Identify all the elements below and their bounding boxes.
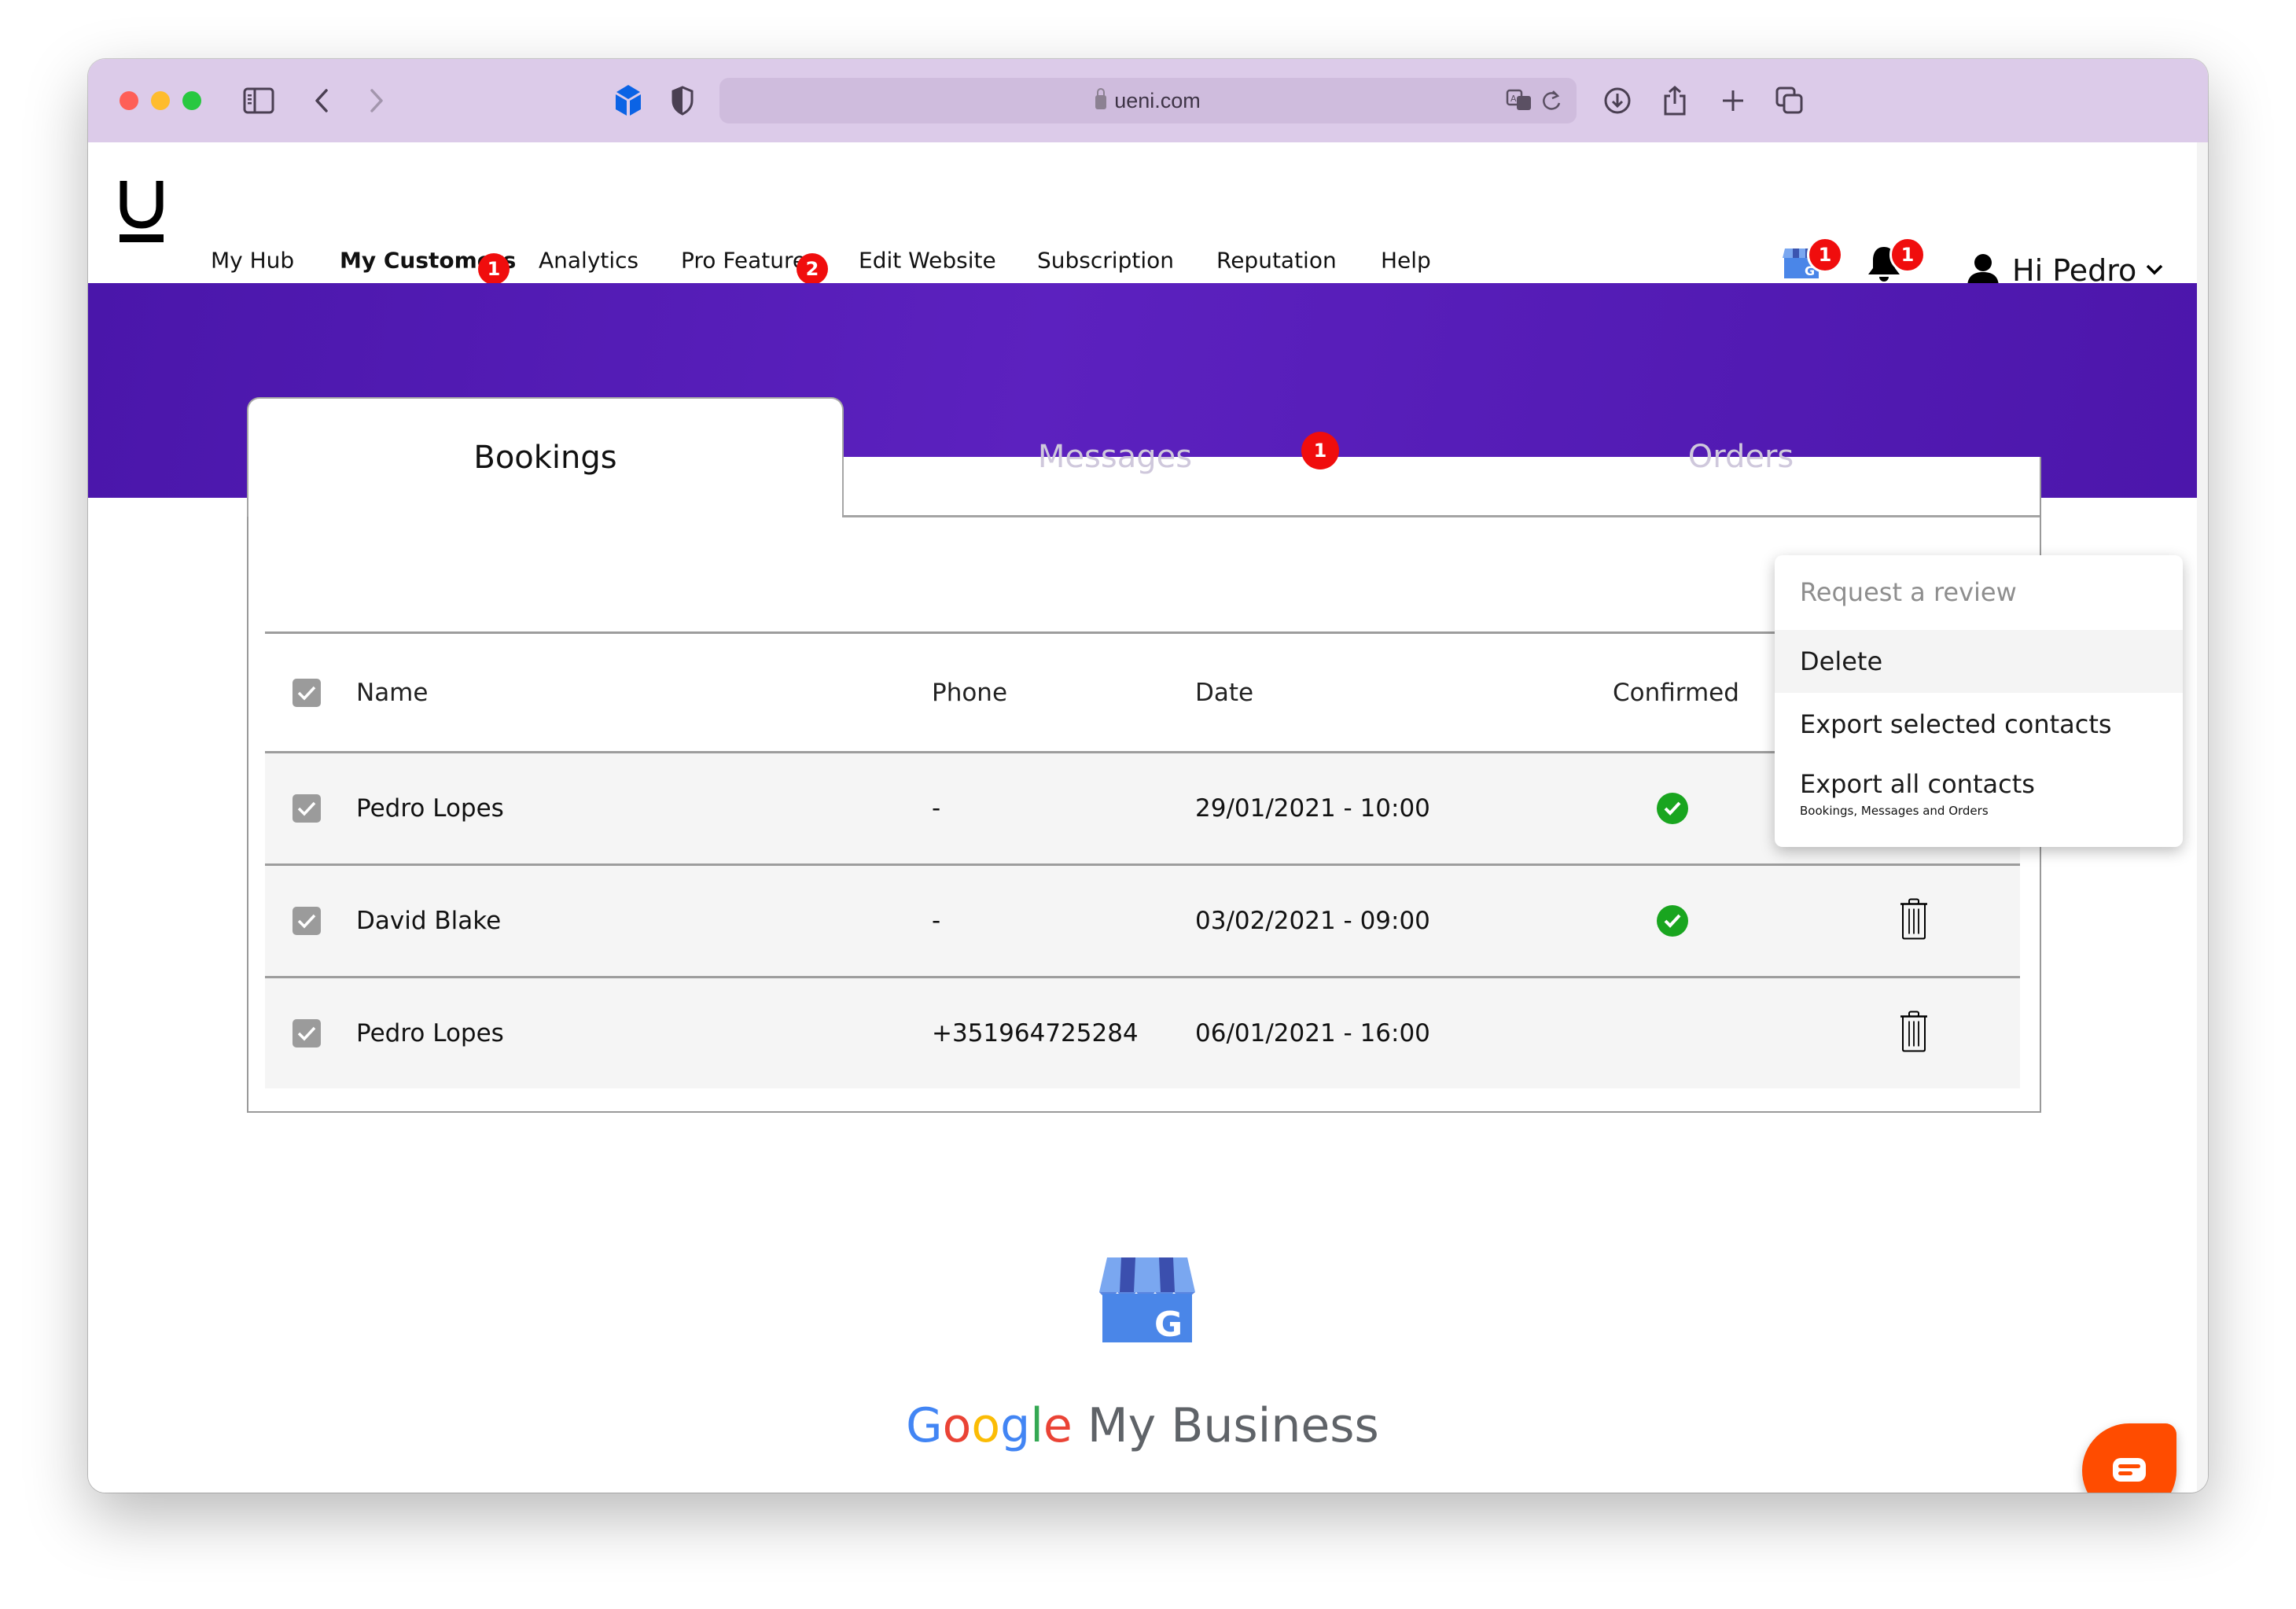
download-icon[interactable]	[1602, 83, 1633, 119]
browser-window: ueni.com A My Hub My Customers 1 Analyti…	[88, 59, 2208, 1493]
trash-icon[interactable]	[1900, 898, 1928, 944]
table-row[interactable]: Pedro Lopes - 29/01/2021 - 10:00	[265, 753, 2020, 866]
row-name: Pedro Lopes	[356, 1019, 504, 1048]
menu-item-delete[interactable]: Delete	[1775, 630, 2183, 693]
row-name: David Blake	[356, 907, 502, 935]
close-window-button[interactable]	[120, 91, 138, 110]
browser-toolbar: ueni.com A	[88, 59, 2208, 143]
nav-analytics[interactable]: Analytics	[539, 248, 638, 274]
google-letter: G	[906, 1398, 943, 1453]
gmb-badge: 1	[1807, 237, 1843, 273]
translate-icon[interactable]: A	[1506, 89, 1533, 118]
messages-badge: 1	[1301, 432, 1339, 469]
row-date: 06/01/2021 - 16:00	[1195, 1019, 1430, 1048]
actions-dropdown-menu: Request a review Delete Export selected …	[1775, 555, 2183, 847]
google-my-business-wordmark: Google My Business	[88, 1398, 2197, 1453]
confirmed-check-icon	[1657, 793, 1688, 824]
tab-bar: Bookings Messages 1 Orders	[247, 397, 2040, 517]
my-business-text: My Business	[1087, 1398, 1379, 1453]
pro-features-badge: 2	[797, 253, 828, 285]
menu-item-export-all[interactable]: Export all contacts Bookings, Messages a…	[1775, 760, 2183, 847]
row-phone: +351964725284	[932, 1019, 1139, 1048]
sidebar-icon[interactable]	[241, 83, 276, 119]
extension-cube-icon[interactable]	[611, 83, 646, 119]
row-phone: -	[932, 907, 941, 935]
row-checkbox[interactable]	[293, 1019, 321, 1048]
google-letter: g	[1000, 1398, 1031, 1453]
tab-bookings[interactable]: Bookings	[247, 397, 844, 517]
row-phone: -	[932, 794, 941, 823]
ueni-logo[interactable]	[120, 179, 164, 249]
notifications-badge: 1	[1889, 237, 1926, 273]
header-name[interactable]: Name	[356, 679, 428, 707]
tab-orders[interactable]: Orders	[1442, 397, 2040, 517]
export-all-label: Export all contacts	[1800, 769, 2035, 799]
my-customers-badge: 1	[478, 253, 510, 285]
svg-text:A: A	[1510, 94, 1517, 104]
zoom-window-button[interactable]	[182, 91, 201, 110]
header-confirmed[interactable]: Confirmed	[1613, 679, 1739, 707]
share-icon[interactable]	[1659, 83, 1691, 119]
select-all-checkbox[interactable]	[293, 678, 321, 707]
lock-icon	[1095, 88, 1107, 109]
nav-help[interactable]: Help	[1381, 248, 1431, 274]
nav-edit-website[interactable]: Edit Website	[859, 248, 996, 274]
export-all-sublabel: Bookings, Messages and Orders	[1800, 804, 1989, 818]
confirmed-check-icon	[1657, 905, 1688, 937]
chevron-down-icon[interactable]	[2146, 264, 2163, 279]
row-checkbox[interactable]	[293, 794, 321, 823]
minimize-window-button[interactable]	[151, 91, 170, 110]
google-my-business-logo-icon: G	[1098, 1257, 1197, 1348]
row-checkbox[interactable]	[293, 907, 321, 935]
google-letter: o	[942, 1398, 972, 1453]
back-icon[interactable]	[310, 83, 333, 119]
google-letter: o	[971, 1398, 1001, 1453]
row-date: 03/02/2021 - 09:00	[1195, 907, 1430, 935]
tab-messages-label: Messages	[1037, 439, 1193, 475]
row-name: Pedro Lopes	[356, 794, 504, 823]
header-date[interactable]: Date	[1195, 679, 1253, 707]
nav-subscription[interactable]: Subscription	[1037, 248, 1174, 274]
google-letter: e	[1043, 1398, 1073, 1453]
bookings-table: Name Phone Date Confirmed Pedro Lopes - …	[265, 631, 2020, 1088]
trash-icon[interactable]	[1900, 1011, 1928, 1057]
table-header: Name Phone Date Confirmed	[265, 631, 2020, 753]
url-text: ueni.com	[1114, 88, 1201, 112]
table-row[interactable]: David Blake - 03/02/2021 - 09:00	[265, 866, 2020, 978]
svg-text:G: G	[1154, 1305, 1183, 1344]
tab-bar-divider	[842, 515, 2040, 517]
google-letter: l	[1030, 1398, 1043, 1453]
menu-item-request-review[interactable]: Request a review	[1775, 555, 2183, 630]
table-row[interactable]: Pedro Lopes +351964725284 06/01/2021 - 1…	[265, 978, 2020, 1088]
row-date: 29/01/2021 - 10:00	[1195, 794, 1430, 823]
nav-my-hub[interactable]: My Hub	[211, 248, 294, 274]
menu-item-export-selected[interactable]: Export selected contacts	[1775, 693, 2183, 756]
privacy-shield-icon[interactable]	[668, 83, 697, 119]
new-tab-icon[interactable]	[1717, 83, 1749, 119]
chat-icon	[2113, 1458, 2146, 1482]
header-phone[interactable]: Phone	[932, 679, 1007, 707]
page-content: My Hub My Customers 1 Analytics Pro Feat…	[88, 142, 2197, 1493]
forward-icon[interactable]	[365, 83, 388, 119]
tabs-overview-icon[interactable]	[1774, 83, 1805, 119]
scrollbar-gutter[interactable]	[2197, 142, 2208, 1493]
top-nav: My Hub My Customers 1 Analytics Pro Feat…	[88, 142, 2197, 305]
address-bar[interactable]: ueni.com A	[719, 78, 1577, 123]
nav-reputation[interactable]: Reputation	[1216, 248, 1337, 274]
reload-icon[interactable]	[1542, 89, 1562, 118]
